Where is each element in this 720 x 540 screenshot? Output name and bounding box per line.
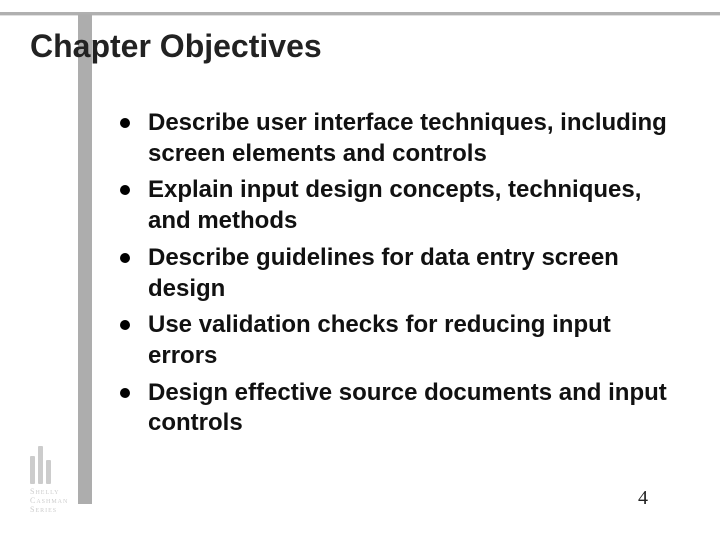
page-number: 4: [638, 487, 648, 510]
list-item: Describe guidelines for data entry scree…: [120, 243, 680, 304]
list-item-text: Use validation checks for reducing input…: [148, 310, 680, 371]
bullet-icon: [120, 185, 130, 195]
side-accent-bar: [78, 14, 92, 504]
bullet-icon: [120, 320, 130, 330]
list-item-text: Describe guidelines for data entry scree…: [148, 243, 680, 304]
bullet-icon: [120, 118, 130, 128]
bullet-icon: [120, 388, 130, 398]
bullet-list: Describe user interface techniques, incl…: [120, 108, 680, 445]
top-rule: [0, 12, 720, 15]
list-item-text: Explain input design concepts, technique…: [148, 175, 680, 236]
series-logo: Shelly Cashman Series: [30, 444, 86, 514]
list-item: Design effective source documents and in…: [120, 378, 680, 439]
slide-title: Chapter Objectives: [30, 28, 322, 65]
logo-bars-icon: [30, 444, 86, 484]
logo-text-line: Series: [30, 506, 86, 515]
bullet-icon: [120, 253, 130, 263]
list-item: Describe user interface techniques, incl…: [120, 108, 680, 169]
list-item: Use validation checks for reducing input…: [120, 310, 680, 371]
list-item-text: Design effective source documents and in…: [148, 378, 680, 439]
list-item: Explain input design concepts, technique…: [120, 175, 680, 236]
list-item-text: Describe user interface techniques, incl…: [148, 108, 680, 169]
